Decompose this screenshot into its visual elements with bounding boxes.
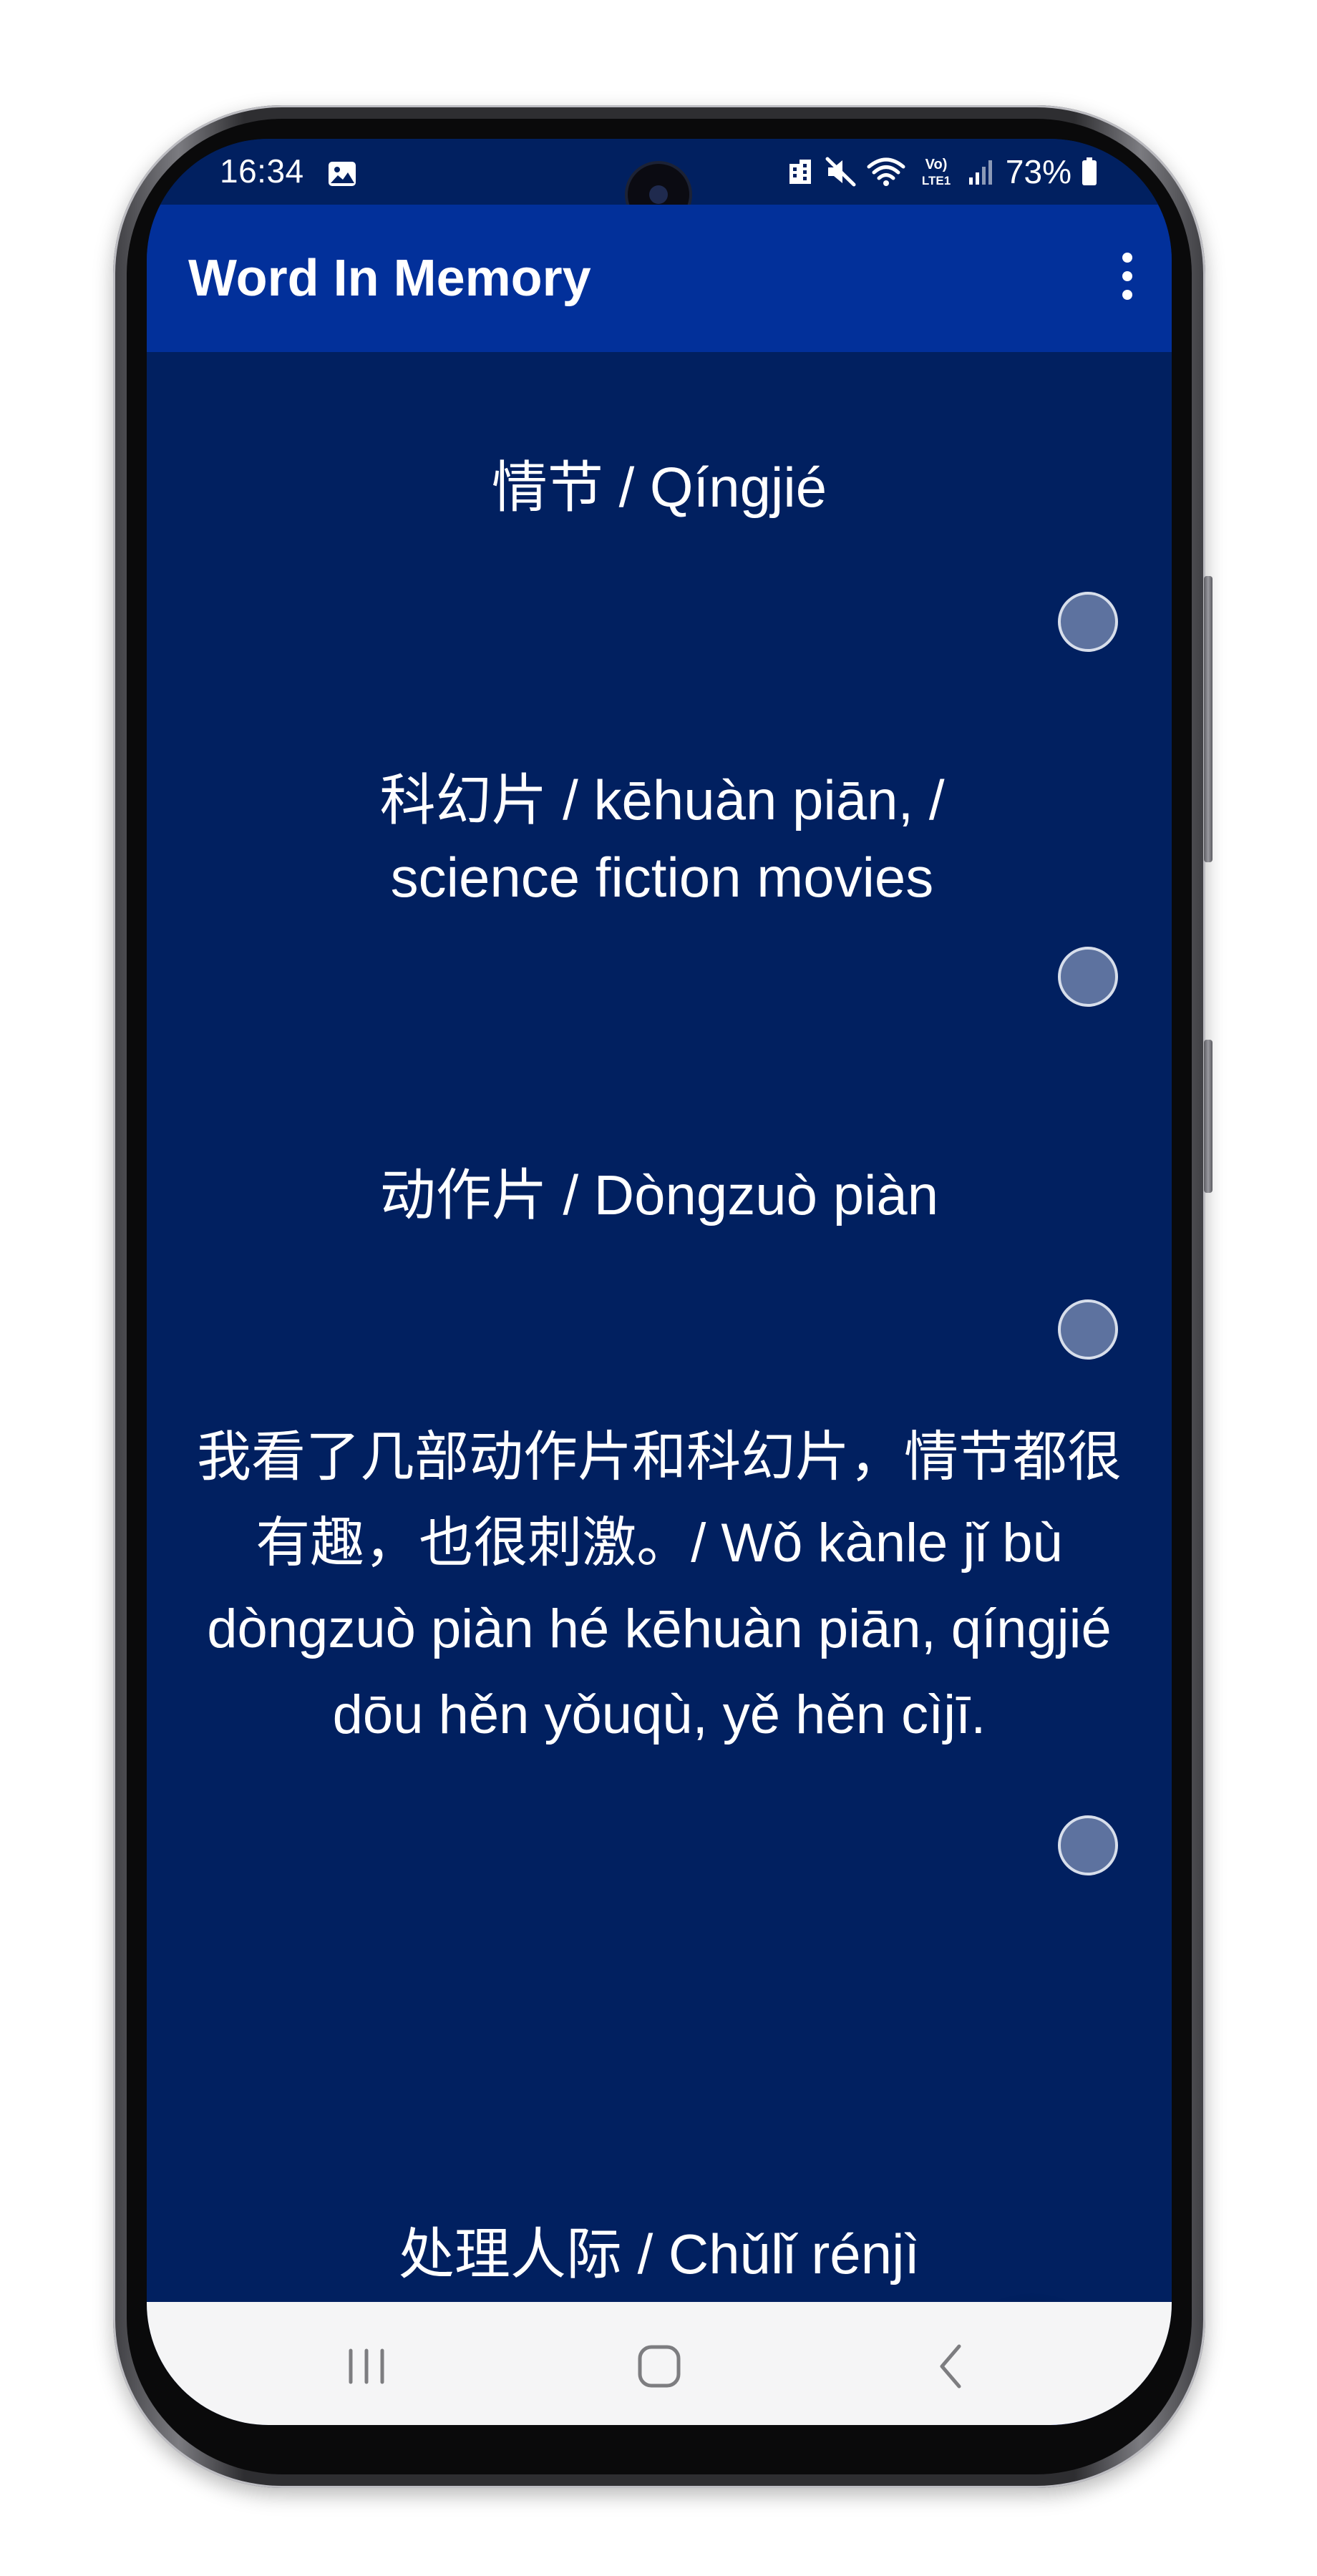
- word-text: 动作片 / Dòngzuò piàn: [379, 1163, 939, 1226]
- wifi-icon: [867, 157, 905, 186]
- status-time: 16:34: [220, 152, 304, 190]
- word-text: 我看了几部动作片和科幻片，情节都很有趣，也很刺激。/ Wǒ kànle jǐ b…: [197, 1427, 1122, 1745]
- memorized-radio[interactable]: [1058, 592, 1118, 652]
- power-button: [1204, 1040, 1212, 1193]
- signal-icon: [968, 160, 992, 185]
- system-nav-bar: [147, 2302, 1172, 2425]
- screen: 16:34 Vo) LTE1 73% Word In Memory 情节 / Q…: [147, 139, 1172, 2425]
- battery-icon: [1082, 157, 1097, 185]
- battery-percent: 73%: [1005, 153, 1071, 190]
- mute-icon: [825, 157, 856, 187]
- svg-text:LTE1: LTE1: [922, 174, 951, 187]
- app-bar: Word In Memory: [147, 205, 1172, 352]
- do-not-disturb-icon: [789, 160, 811, 184]
- memorized-radio[interactable]: [1058, 947, 1118, 1007]
- word-text: 科幻片 / kēhuàn piān, / science fiction mov…: [379, 769, 945, 909]
- volume-button: [1204, 576, 1212, 862]
- memorized-radio[interactable]: [1058, 1299, 1118, 1360]
- home-icon[interactable]: [623, 2331, 695, 2402]
- memorized-radio[interactable]: [1058, 1815, 1118, 1875]
- more-vert-icon[interactable]: [1113, 248, 1142, 305]
- volte-icon: Vo) LTE1: [922, 157, 951, 187]
- word-list[interactable]: 情节 / Qíngjié 科幻片 / kēhuàn piān, / scienc…: [147, 352, 1172, 2425]
- svg-text:Vo): Vo): [925, 157, 948, 172]
- status-icons: Vo) LTE1 73%: [787, 152, 1097, 192]
- gallery-icon: [329, 162, 356, 186]
- word-text: 处理人际 / Chǔlǐ rénjì: [398, 2223, 920, 2285]
- word-text: 情节 / Qíngjié: [491, 456, 827, 519]
- app-title: Word In Memory: [188, 250, 591, 307]
- recents-icon[interactable]: [331, 2331, 402, 2402]
- back-icon[interactable]: [916, 2331, 988, 2402]
